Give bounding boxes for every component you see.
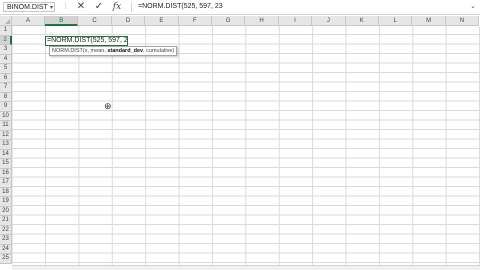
cell-grid[interactable]: [12, 26, 480, 270]
horizontal-scrollbar[interactable]: [12, 265, 480, 270]
expand-formula-bar-icon[interactable]: ⌄: [470, 2, 476, 12]
row-header-16[interactable]: 16: [0, 168, 12, 178]
column-header-c[interactable]: C: [78, 16, 112, 26]
name-box-value: BINOM.DIST: [7, 4, 48, 11]
row-header-19[interactable]: 19: [0, 197, 12, 207]
row-header-15[interactable]: 15: [0, 159, 12, 169]
row-header-20[interactable]: 20: [0, 206, 12, 216]
row-header-13[interactable]: 13: [0, 140, 12, 150]
row-header-8[interactable]: 8: [0, 92, 12, 102]
row-header-12[interactable]: 12: [0, 130, 12, 140]
row-header-11[interactable]: 11: [0, 121, 12, 131]
row-header-21[interactable]: 21: [0, 216, 12, 226]
column-header-i[interactable]: I: [278, 16, 313, 26]
row-header-10[interactable]: 10: [0, 111, 12, 121]
row-header-14[interactable]: 14: [0, 149, 12, 159]
enter-check-icon[interactable]: ✓: [93, 1, 105, 13]
column-header-h[interactable]: H: [245, 16, 279, 26]
row-header-17[interactable]: 17: [0, 178, 12, 188]
row-header-3[interactable]: 3: [0, 45, 12, 55]
formula-bar: BINOM.DIST ▾ ⋮ ✕ ✓ fx =NORM.DIST(525, 59…: [0, 0, 480, 15]
row-header-9[interactable]: 9: [0, 102, 12, 112]
column-header-a[interactable]: A: [12, 16, 45, 26]
column-header-l[interactable]: L: [379, 16, 413, 26]
row-header-23[interactable]: 23: [0, 235, 12, 245]
row-header-24[interactable]: 24: [0, 244, 12, 254]
active-cell-editor[interactable]: =NORM.DIST(525, 597, 23: [45, 35, 128, 46]
function-argument-tooltip: NORM.DIST(x, mean, standard_dev, cumulat…: [49, 46, 178, 56]
column-header-e[interactable]: E: [145, 16, 179, 26]
column-header-m[interactable]: M: [412, 16, 446, 26]
column-header-d[interactable]: D: [111, 16, 146, 26]
row-header-4[interactable]: 4: [0, 54, 12, 64]
row-header-22[interactable]: 22: [0, 225, 12, 235]
column-header-n[interactable]: N: [445, 16, 480, 26]
tooltip-function-name[interactable]: NORM.DIST(: [52, 48, 85, 54]
row-header-25[interactable]: 25: [0, 254, 12, 264]
tooltip-args-before: x, mean,: [84, 48, 108, 54]
column-header-j[interactable]: J: [312, 16, 346, 26]
name-box[interactable]: BINOM.DIST ▾: [3, 2, 55, 12]
tooltip-args-after: , cumulative): [143, 48, 175, 54]
row-header-7[interactable]: 7: [0, 83, 12, 93]
formula-bar-divider: [131, 2, 132, 12]
select-all-button[interactable]: [0, 16, 12, 26]
drag-handle-icon[interactable]: ⋮: [62, 2, 69, 12]
row-header-6[interactable]: 6: [0, 73, 12, 83]
cancel-icon[interactable]: ✕: [75, 1, 87, 13]
row-header-1[interactable]: 1: [0, 26, 12, 36]
column-header-b[interactable]: B: [45, 16, 79, 26]
row-header-5[interactable]: 5: [0, 64, 12, 74]
column-header-k[interactable]: K: [345, 16, 379, 26]
chevron-down-icon[interactable]: ▾: [50, 3, 53, 13]
cell-select-cursor-icon: ⊕: [104, 101, 112, 111]
formula-input[interactable]: =NORM.DIST(525, 597, 23: [138, 1, 223, 13]
insert-function-icon[interactable]: fx: [111, 1, 123, 13]
worksheet: =NORM.DIST(525, 597, 23 NORM.DIST(x, mea…: [0, 16, 480, 270]
row-header-2[interactable]: 2: [0, 35, 12, 45]
column-header-g[interactable]: G: [212, 16, 246, 26]
column-header-f[interactable]: F: [178, 16, 212, 26]
row-header-18[interactable]: 18: [0, 187, 12, 197]
tooltip-active-arg: standard_dev: [107, 48, 144, 54]
